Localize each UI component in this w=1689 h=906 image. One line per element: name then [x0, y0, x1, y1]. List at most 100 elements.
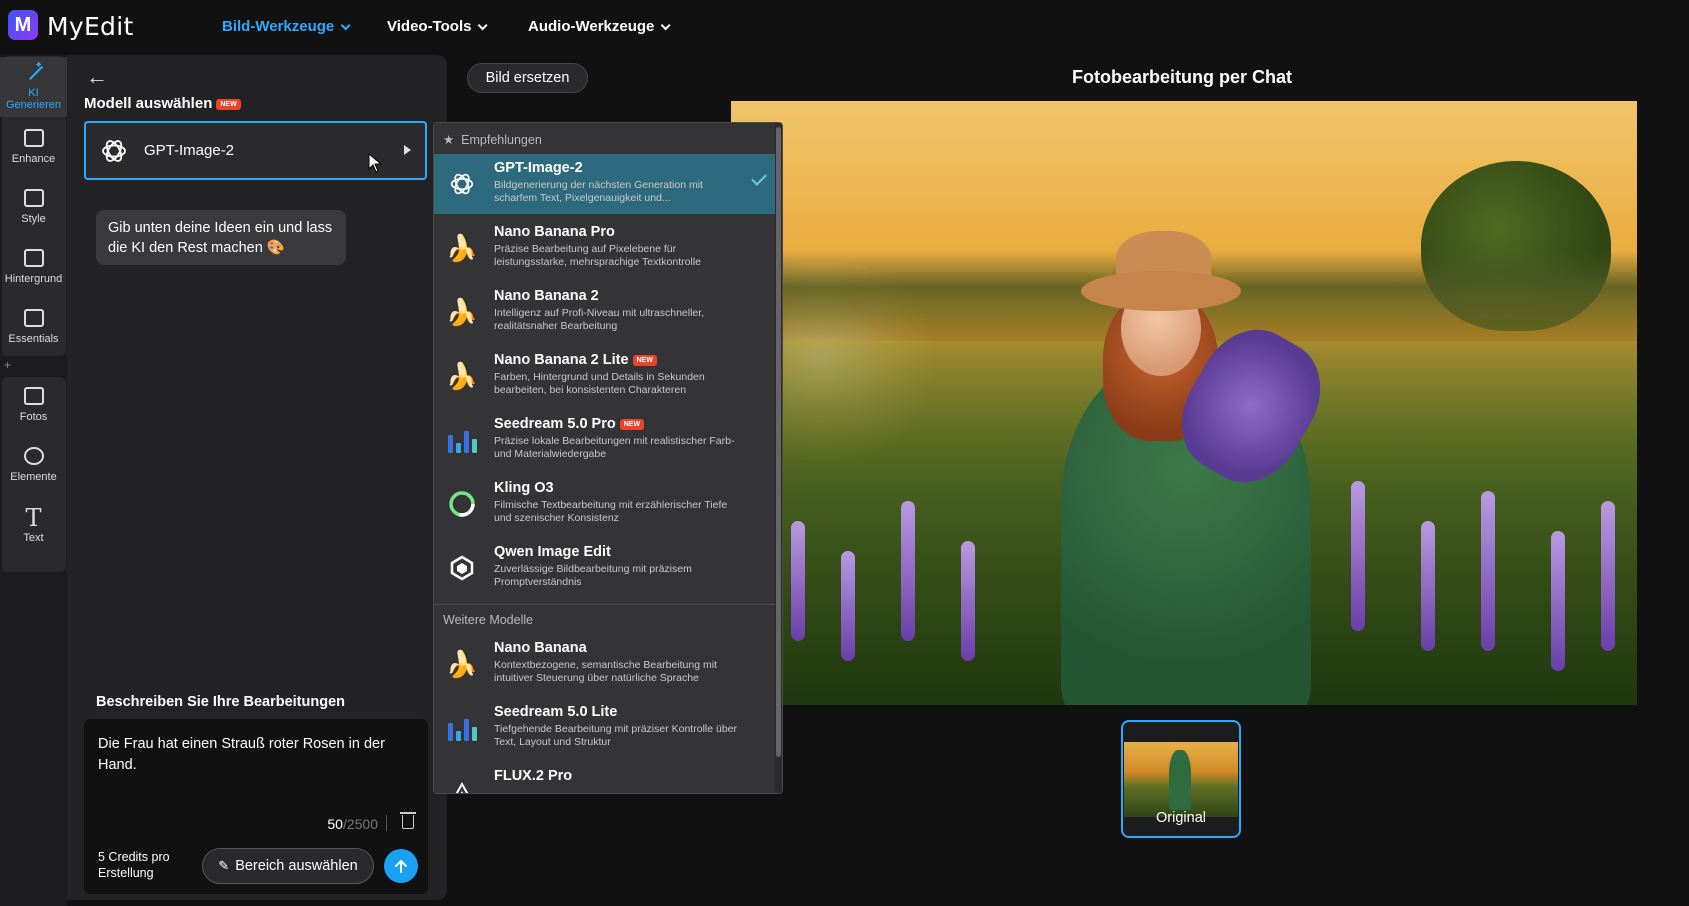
rail-item-label: Text [23, 532, 44, 544]
side-panel: ← Modell auswählen NEW GPT-Image-2 Gib un… [67, 55, 447, 900]
rail-item-elemente[interactable]: Elemente [0, 435, 67, 495]
back-arrow-icon[interactable]: ← [86, 64, 108, 90]
style-icon [23, 189, 44, 207]
model-option-title: Seedream 5.0 Lite [494, 704, 618, 720]
model-option-qwen-image-edit[interactable]: Qwen Image Edit Zuverlässige Bildbearbei… [434, 538, 776, 598]
background-icon [23, 249, 44, 267]
caret-right-icon [404, 145, 411, 155]
arrow-up-icon [395, 860, 407, 873]
star-icon: ★ [443, 133, 455, 147]
model-option-title: Kling O3 [494, 480, 554, 496]
model-option-flux-2-pro[interactable]: FLUX.2 Pro [434, 762, 776, 793]
original-thumbnail[interactable]: Original [1121, 720, 1241, 838]
dropdown-scrollbar[interactable] [775, 123, 782, 793]
rail-item-fotos[interactable]: Fotos [0, 375, 67, 435]
model-option-seedream-5-pro[interactable]: Seedream 5.0 Pro NEW Präzise lokale Bearb… [434, 410, 776, 470]
check-icon [751, 170, 767, 186]
banana-icon: 🍌 [445, 297, 479, 327]
section-recommended: ★ Empfehlungen [443, 132, 542, 147]
add-icon[interactable]: + [4, 358, 11, 372]
model-label-text: Modell auswählen [84, 95, 213, 112]
prompt-text[interactable]: Die Frau hat einen Strauß roter Rosen in… [98, 734, 398, 776]
brand-name[interactable]: MyEdit [47, 12, 134, 41]
model-option-nano-banana-2-lite[interactable]: 🍌 Nano Banana 2 Lite NEW Farben, Hintergr… [434, 346, 776, 406]
model-option-title: Seedream 5.0 Pro NEW [494, 416, 645, 432]
rail-item-label: Fotos [19, 411, 48, 423]
brush-icon: ✎ [218, 858, 230, 873]
model-option-nano-banana-2[interactable]: 🍌 Nano Banana 2 Intelligenz auf Profi-Ni… [434, 282, 776, 342]
model-option-title: GPT-Image-2 [494, 160, 583, 176]
new-badge: NEW [216, 98, 241, 110]
nav-bild-werkzeuge[interactable]: Bild-Werkzeuge [222, 18, 351, 35]
char-max: /2500 [342, 816, 378, 832]
model-option-title: Nano Banana 2 [494, 288, 599, 304]
myedit-logo-icon[interactable]: M [8, 10, 38, 40]
workspace-title: Fotobearbeitung per Chat [1072, 67, 1292, 87]
model-option-desc: Bildgenerierung der nächsten Generation … [494, 179, 703, 204]
model-option-nano-banana-pro[interactable]: 🍌 Nano Banana Pro Präzise Bearbeitung au… [434, 218, 776, 278]
model-option-title: Nano Banana 2 Lite NEW [494, 352, 657, 368]
flux-icon [447, 777, 477, 793]
rail-item-label: Hintergrund [4, 273, 63, 285]
trash-icon[interactable] [400, 812, 416, 829]
nav-video-tools[interactable]: Video-Tools [387, 18, 489, 35]
new-badge: NEW [619, 418, 645, 430]
model-option-title: Qwen Image Edit [494, 544, 611, 560]
banana-icon: 🍌 [445, 649, 479, 679]
rail-item-essentials[interactable]: Essentials [0, 297, 67, 357]
kling-icon [447, 489, 477, 519]
rail-item-text[interactable]: T Text [0, 495, 67, 555]
rail-item-hintergrund[interactable]: Hintergrund [0, 237, 67, 297]
model-option-kling-o3[interactable]: Kling O3 Filmische Textbearbeitung mit e… [434, 474, 776, 534]
magic-wand-icon [24, 60, 44, 83]
rail-item-label: KI Generieren [5, 87, 62, 111]
banana-icon: 🍌 [445, 361, 479, 391]
rail-item-enhance[interactable]: Enhance [0, 117, 67, 177]
send-button[interactable] [384, 849, 418, 883]
select-area-button[interactable]: ✎ Bereich auswählen [202, 848, 374, 884]
model-option-nano-banana[interactable]: 🍌 Nano Banana Kontextbezogene, semantisc… [434, 634, 776, 694]
prompt-textarea[interactable]: Die Frau hat einen Strauß roter Rosen in… [84, 719, 428, 894]
model-option-name: Seedream 5.0 Pro [494, 416, 616, 432]
rail-item-style[interactable]: Style [0, 177, 67, 237]
rail-item-label: Style [21, 213, 46, 225]
model-option-title: Nano Banana Pro [494, 224, 615, 240]
chevron-down-icon [478, 20, 489, 31]
thumbnail-image [1124, 742, 1238, 817]
model-option-desc: Tiefgehende Bearbeitung mit präziser Kon… [494, 723, 738, 748]
describe-edits-label: Beschreiben Sie Ihre Bearbeitungen [96, 694, 345, 710]
replace-image-button[interactable]: Bild ersetzen [467, 63, 588, 93]
seedream-bars-icon [447, 713, 477, 743]
char-counter: 50/2500 [327, 816, 378, 832]
model-option-desc: Farben, Hintergrund und Details in Sekun… [494, 371, 705, 396]
model-option-desc: Zuverlässige Bildbearbeitung mit präzise… [494, 563, 692, 588]
model-option-desc: Filmische Textbearbeitung mit erzähleris… [494, 499, 728, 524]
qwen-icon [447, 553, 477, 583]
enhance-icon [23, 129, 44, 147]
rail-item-label: Elemente [10, 471, 57, 483]
openai-icon [102, 139, 126, 162]
credits-info: 5 Credits pro Erstellung [98, 850, 170, 880]
top-bar: M MyEdit Bild-Werkzeuge Video-Tools Audi… [0, 0, 1689, 55]
char-count: 50 [327, 816, 343, 832]
rail-item-label: Essentials [8, 333, 59, 345]
chevron-down-icon [661, 20, 671, 31]
ai-hint-bubble: Gib unten deine Ideen ein und lass die K… [96, 210, 346, 265]
model-option-desc: Kontextbezogene, semantische Bearbeitung… [494, 659, 717, 684]
model-option-desc: Präzise lokale Bearbeitungen mit realist… [494, 435, 735, 460]
rail-item-label: Enhance [11, 153, 56, 165]
rail-item-ki-generieren[interactable]: KI Generieren [0, 57, 67, 117]
select-area-label: Bereich auswählen [235, 858, 358, 874]
seedream-bars-icon [447, 425, 477, 455]
model-option-seedream-5-lite[interactable]: Seedream 5.0 Lite Tiefgehende Bearbeitun… [434, 698, 776, 758]
model-option-desc: Intelligenz auf Profi-Niveau mit ultrasc… [494, 307, 705, 332]
scrollbar-thumb[interactable] [776, 127, 781, 757]
nav-audio-werkzeuge[interactable]: Audio-Werkzeuge [528, 18, 671, 35]
section-recommended-label: Empfehlungen [461, 133, 542, 147]
model-option-gpt-image-2[interactable]: GPT-Image-2 Bildgenerierung der nächsten… [434, 154, 776, 214]
model-dropdown-menu: ★ Empfehlungen GPT-Image-2 Bildgenerieru… [433, 122, 783, 794]
model-option-name: Nano Banana 2 Lite [494, 352, 629, 368]
model-option-desc: Präzise Bearbeitung auf Pixelebene für l… [494, 243, 701, 268]
openai-icon [447, 169, 477, 199]
chevron-down-icon [340, 20, 351, 31]
